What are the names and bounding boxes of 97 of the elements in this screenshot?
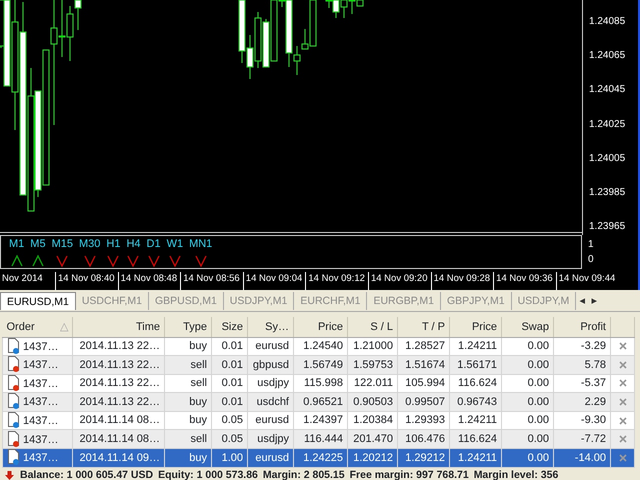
column-header[interactable]: Size: [212, 317, 248, 337]
table-cell: eurusd: [248, 448, 294, 468]
table-cell: 1.00: [212, 448, 248, 468]
timeframe-label: M15: [52, 238, 73, 251]
order-number: 1437…: [23, 434, 58, 446]
table-cell: 0.96743: [450, 392, 502, 412]
close-icon[interactable]: [618, 342, 626, 350]
price-label: 1.24005: [589, 152, 626, 166]
table-cell: sell: [164, 356, 212, 374]
sort-indicator: △: [60, 320, 68, 334]
table-cell: 1.24211: [450, 448, 502, 468]
column-header[interactable]: Profit: [554, 317, 610, 337]
down-chevron-icon: [168, 254, 181, 268]
timeframe-label: MN1: [189, 238, 212, 251]
price-label: 1.24085: [589, 15, 626, 29]
timeframe-label: M5: [30, 238, 46, 251]
timeframe-label: H1: [106, 238, 120, 251]
down-arrow-icon: [4, 470, 15, 480]
table-cell: 1.20212: [348, 448, 398, 468]
order-row[interactable]: 1437… 2014.11.14 08… sell 0.05 usdjpy 116.444 201.470 106.476 116.624 0.00 -7.72: [2, 430, 634, 449]
price-label: 1.24065: [589, 49, 626, 64]
table-cell: 1.51674: [398, 356, 450, 374]
up-chevron-icon: [32, 254, 44, 268]
close-icon[interactable]: [618, 454, 626, 462]
column-header[interactable]: Price: [294, 317, 348, 337]
price-label: 1.23985: [589, 186, 626, 200]
table-cell: 2.29: [554, 392, 610, 412]
close-icon[interactable]: [618, 360, 626, 369]
order-row[interactable]: 1437… 2014.11.14 09… buy 1.00 eurusd 1.24225 1.20212 1.29212 1.24211 0.00 -14.00: [2, 448, 634, 468]
down-chevron-icon: [194, 254, 207, 268]
timeframe-label: D1: [146, 238, 161, 251]
timeframe-label: M1: [9, 238, 24, 251]
tab-scroll-button[interactable]: ◂: [576, 292, 588, 311]
order-number: 1437…: [23, 452, 58, 464]
account-summary: Margin level: 356: [474, 468, 558, 480]
table-cell: 0.00: [502, 356, 554, 374]
price-label: 1.24045: [589, 83, 626, 98]
table-cell: 2014.11.13 22…: [72, 356, 164, 374]
scale-label: 1: [588, 238, 595, 252]
column-header[interactable]: T / P: [398, 317, 450, 337]
close-icon[interactable]: [618, 416, 626, 425]
order-row[interactable]: 1437… 2014.11.13 22… sell 0.01 gbpusd 1.56749 1.59753 1.51674 1.56171 0.00 5.78: [2, 356, 634, 374]
account-summary: Margin: 2 805.15: [262, 468, 345, 480]
column-header[interactable]: Type: [164, 317, 212, 337]
price-label: 1.23965: [589, 220, 626, 234]
table-cell: 2014.11.14 09…: [72, 448, 164, 468]
order-number: 1437…: [23, 359, 58, 372]
close-icon[interactable]: [618, 398, 626, 406]
up-chevron-icon: [10, 254, 23, 268]
table-cell: 1.56749: [294, 356, 348, 374]
scale-label: 0: [588, 253, 595, 267]
order-number: 1437…: [23, 378, 58, 390]
down-chevron-icon: [84, 254, 96, 268]
column-header[interactable]: Sy…: [248, 317, 294, 337]
column-header[interactable]: Order: [6, 320, 35, 332]
timeframe-label: H4: [126, 238, 140, 251]
table-cell: 0.90503: [348, 392, 398, 412]
table-cell: 0.99507: [398, 392, 450, 412]
account-summary: Free margin: 997 768.71: [350, 468, 469, 480]
table-cell: 1.59753: [348, 356, 398, 374]
table-cell: 2014.11.13 22…: [72, 392, 164, 412]
close-icon[interactable]: [618, 435, 626, 444]
price-label: 1.24025: [589, 118, 626, 132]
close-icon[interactable]: [618, 379, 626, 388]
order-number: 1437…: [23, 396, 58, 408]
tab-scroll-button[interactable]: ▸: [588, 292, 600, 311]
table-cell: 0.01: [212, 356, 248, 374]
table-cell: -14.00: [554, 448, 610, 468]
account-summary: Balance: 1 000 605.47 USD: [20, 468, 154, 480]
timeframe-label: M30: [78, 238, 100, 251]
table-cell: 0.01: [212, 392, 248, 412]
table-cell: 0.96521: [294, 392, 348, 412]
chart-tab[interactable]: EURUSD,M1: [0, 292, 76, 310]
column-header[interactable]: S / L: [348, 317, 398, 337]
table-cell: 5.78: [554, 356, 610, 374]
timeframe-label: W1: [166, 238, 184, 251]
down-chevron-icon: [107, 254, 120, 268]
table-cell: buy: [164, 448, 212, 468]
column-header[interactable]: Price: [450, 317, 502, 337]
table-cell: 0.00: [502, 448, 554, 468]
table-cell: 1.29212: [398, 448, 450, 468]
table-cell: 1.56171: [450, 356, 502, 374]
table-cell: 0.00: [502, 392, 554, 412]
table-cell: 1.24225: [294, 448, 348, 468]
time-label: Nov 2014: [2, 272, 44, 286]
table-cell: usdchf: [248, 392, 294, 412]
order-number: 1437…: [23, 414, 58, 427]
down-chevron-icon: [127, 254, 140, 268]
down-chevron-icon: [56, 254, 68, 268]
column-header[interactable]: Swap: [502, 317, 554, 337]
account-summary: Equity: 1 000 573.86: [158, 468, 258, 480]
down-chevron-icon: [148, 254, 160, 268]
column-header[interactable]: Time: [72, 317, 164, 337]
table-cell: gbpusd: [248, 356, 294, 374]
order-row[interactable]: 1437… 2014.11.13 22… buy 0.01 usdchf 0.96521 0.90503 0.99507 0.96743 0.00 2.29: [2, 392, 634, 412]
table-cell: buy: [164, 392, 212, 412]
order-number: 1437…: [23, 340, 58, 353]
